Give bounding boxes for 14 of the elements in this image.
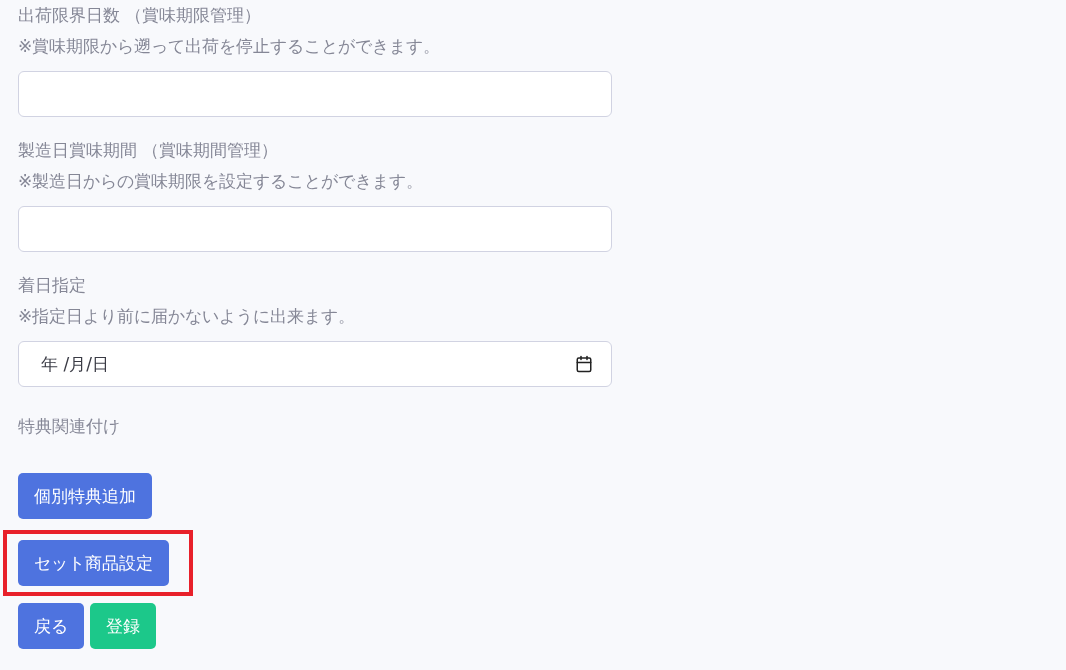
date-field[interactable]: 年 /月/日 bbox=[18, 341, 612, 387]
field-note: ※賞味期限から遡って出荷を停止することができます。 bbox=[18, 35, 442, 58]
field-note: ※製造日からの賞味期限を設定することができます。 bbox=[18, 170, 425, 193]
field-label: 出荷限界日数 （賞味期限管理） bbox=[18, 4, 263, 27]
field-note: ※指定日より前に届かないように出来ます。 bbox=[18, 305, 357, 328]
calendar-icon[interactable] bbox=[575, 355, 593, 373]
footer-button[interactable]: 戻る bbox=[18, 603, 84, 649]
input-field[interactable] bbox=[18, 71, 612, 117]
field-label: 着日指定 bbox=[18, 274, 87, 297]
section-label: 特典関連付け bbox=[18, 415, 121, 438]
field-label: 製造日賞味期間 （賞味期間管理） bbox=[18, 139, 280, 162]
action-button[interactable]: セット商品設定 bbox=[18, 540, 169, 586]
action-button[interactable]: 個別特典追加 bbox=[18, 473, 152, 519]
input-field[interactable] bbox=[18, 206, 612, 252]
